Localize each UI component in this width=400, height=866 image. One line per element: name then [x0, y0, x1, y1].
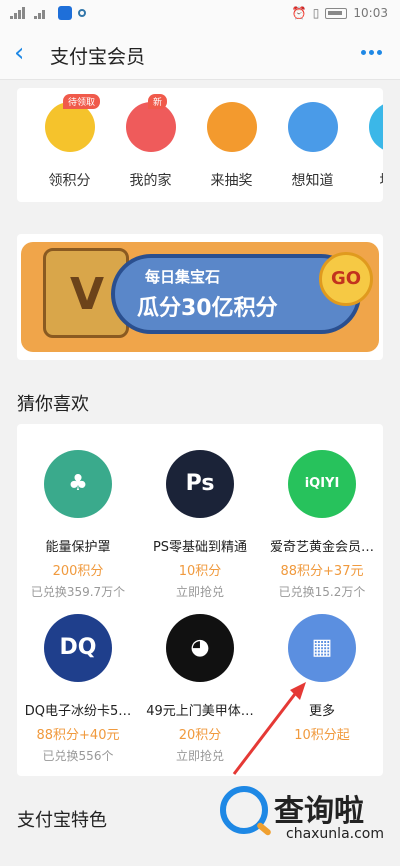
product-price: 88积分+37元	[280, 564, 364, 579]
product-price: 88积分+40元	[36, 728, 120, 743]
product-item[interactable]: iQIYI 爱奇艺黄金会员… 88积分+37元 已兑换15.2万个	[261, 450, 383, 600]
status-bar: ⏰ ▯ 10:03	[0, 0, 400, 28]
product-name: PS零基础到精通	[152, 540, 248, 555]
lottery-icon	[206, 102, 257, 152]
watermark-url: chaxunla.com	[286, 826, 384, 842]
banner-card[interactable]: V 每日集宝石 瓜分30亿积分 GO	[17, 234, 383, 360]
quick-action-item[interactable]: 新我的家	[110, 94, 191, 190]
features-section-title: 支付宝特色	[17, 810, 107, 831]
ps-icon: Ps	[166, 450, 234, 518]
notification-dot-icon	[78, 9, 86, 17]
product-name: 49元上门美甲体…	[146, 704, 254, 719]
product-item[interactable]: ◕ 49元上门美甲体… 20积分立即抢兑	[139, 614, 261, 764]
quick-action-label: 来抽奖	[210, 173, 253, 189]
dq-icon: DQ	[44, 614, 112, 682]
question-tag-icon	[287, 102, 338, 152]
quick-action-item[interactable]: 想知道	[272, 102, 353, 190]
house-heart-icon	[125, 102, 176, 152]
back-icon[interactable]: ‹	[14, 40, 36, 66]
product-item[interactable]: ▦ 更多 10积分起	[261, 614, 383, 747]
nav-bar: ‹ 支付宝会员	[0, 28, 400, 80]
banner-line2: 瓜分30亿积分	[137, 296, 278, 321]
product-price: 10积分起	[294, 728, 350, 743]
iqiyi-icon: iQIYI	[288, 450, 356, 518]
more-options-icon[interactable]	[361, 50, 382, 55]
icon-glyph: iQIYI	[304, 476, 340, 491]
icon-glyph: ▦	[311, 635, 333, 660]
product-name: 能量保护罩	[45, 540, 111, 555]
quick-action-label: 领积分	[48, 173, 91, 189]
page-title: 支付宝会员	[50, 46, 146, 68]
product-sub: 已兑换556个	[42, 749, 114, 763]
product-name: 更多	[308, 704, 335, 719]
guess-card: ♣ 能量保护罩 200积分已兑换359.7万个 Ps PS零基础到精通 10积分立即抢兑 i…	[17, 424, 383, 776]
product-name: DQ电子冰纷卡5…	[24, 704, 132, 719]
product-sub: 立即抢兑	[175, 749, 224, 763]
product-item[interactable]: ♣ 能量保护罩 200积分已兑换359.7万个	[17, 450, 139, 600]
wifi-icon	[34, 7, 52, 19]
banner-line1: 每日集宝石	[145, 268, 221, 286]
product-price: 10积分	[178, 564, 222, 579]
product-price: 20积分	[178, 728, 222, 743]
icon-glyph: ♣	[68, 471, 88, 496]
icon-glyph: Ps	[185, 471, 215, 496]
quick-action-item[interactable]: 待领取领积分	[29, 94, 110, 190]
quick-action-item[interactable]: 来抽奖	[191, 102, 272, 190]
game-icon	[368, 102, 383, 152]
watermark-text: 查询啦	[274, 794, 364, 829]
quick-action-label: 想知道	[291, 173, 334, 189]
badge: 新	[148, 94, 168, 109]
guess-section-title: 猜你喜欢	[17, 394, 89, 415]
grid-icon: ▦	[288, 614, 356, 682]
product-sub: 立即抢兑	[175, 585, 224, 599]
quick-action-item[interactable]: 堆堆	[353, 102, 383, 190]
bear-icon: ◕	[166, 614, 234, 682]
badge: 待领取	[63, 94, 101, 109]
quick-actions-card: 待领取领积分新我的家来抽奖想知道堆堆	[17, 88, 383, 202]
product-price: 200积分	[52, 564, 104, 579]
product-sub: 已兑换15.2万个	[278, 585, 366, 599]
signal-icon	[10, 7, 28, 19]
app-notification-icon	[58, 6, 72, 20]
vibrate-icon: ▯	[312, 6, 320, 20]
quick-action-label: 堆堆	[353, 170, 384, 190]
quick-action-label: 我的家	[129, 173, 172, 189]
banner-image[interactable]: V 每日集宝石 瓜分30亿积分 GO	[21, 242, 379, 352]
calendar-coin-icon	[44, 102, 95, 152]
product-item[interactable]: DQ DQ电子冰纷卡5… 88积分+40元 已兑换556个	[17, 614, 139, 764]
go-button[interactable]: GO	[319, 252, 373, 306]
alarm-icon: ⏰	[291, 6, 307, 20]
status-time: 10:03	[353, 6, 388, 20]
product-name: 爱奇艺黄金会员…	[269, 540, 374, 555]
search-logo-icon	[220, 786, 268, 834]
icon-glyph: DQ	[59, 635, 97, 660]
product-sub: 已兑换359.7万个	[30, 585, 126, 599]
product-item[interactable]: Ps PS零基础到精通 10积分立即抢兑	[139, 450, 261, 600]
tree-icon: ♣	[44, 450, 112, 518]
icon-glyph: ◕	[190, 635, 210, 660]
watermark-logo: 查询啦 chaxunla.com	[220, 782, 386, 846]
battery-icon	[325, 7, 348, 19]
